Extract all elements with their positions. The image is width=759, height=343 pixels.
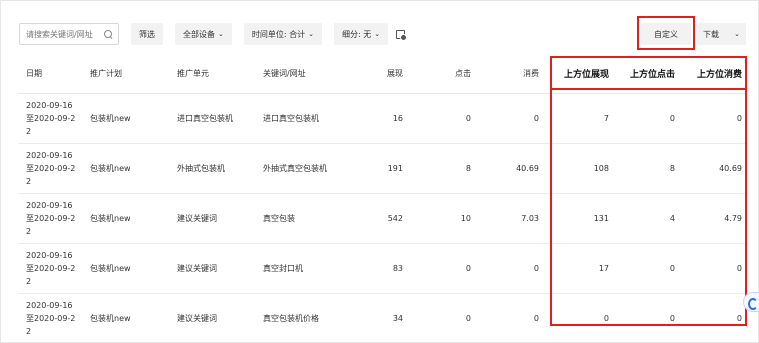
top-cost-cell: 0	[736, 263, 742, 273]
table-row: 2020-09-16 至2020-09-2 2 包装机new 建议关键词 真空包装 …	[18, 193, 746, 243]
download-button[interactable]: 下载 ⌄	[697, 23, 746, 45]
impressions-cell: 34	[392, 313, 403, 323]
top-cost-cell: 0	[736, 313, 742, 323]
filter-label: 筛选	[139, 29, 155, 39]
keyword-cell: 外抽式真空包装机	[263, 163, 327, 173]
impressions-cell: 16	[392, 113, 403, 123]
search-box[interactable]	[19, 23, 119, 45]
date-cell: 2020-09-16 至2020-09-2 2	[26, 200, 76, 236]
impressions-cell: 542	[387, 213, 403, 223]
col-impressions[interactable]: 展现	[359, 55, 407, 94]
table-row: 2020-09-16 至2020-09-2 2 包装机new 建议关键词 真空包装机…	[18, 293, 746, 343]
cost-cell: 7.03	[521, 213, 539, 223]
unit-cell: 建议关键词	[177, 263, 217, 273]
plan-cell: 包装机new	[90, 263, 131, 273]
report-panel: 筛选 全部设备 ⌄ 时间单位: 合计 ⌄ 细分: 无 ⌄ 自定义 下载 ⌄	[0, 0, 759, 343]
table-row: 2020-09-16 至2020-09-2 2 包装机new 建议关键词 真空封口机…	[18, 243, 746, 293]
plan-cell: 包装机new	[90, 163, 131, 173]
top-impressions-cell: 131	[593, 213, 609, 223]
plan-cell: 包装机new	[90, 213, 131, 223]
chevron-down-icon: ⌄	[734, 30, 740, 38]
cost-cell: 0	[533, 263, 539, 273]
col-clicks[interactable]: 点击	[407, 55, 475, 94]
table-header: 日期 推广计划 推广单元 关键词/网址 展现 点击 消费 上方位展现 上方位点击…	[18, 55, 746, 94]
date-cell: 2020-09-16 至2020-09-2 2	[26, 150, 76, 186]
unit-cell: 外抽式包装机	[177, 163, 225, 173]
col-date[interactable]: 日期	[18, 55, 90, 94]
date-cell: 2020-09-16 至2020-09-2 2	[26, 300, 76, 336]
data-table: 日期 推广计划 推广单元 关键词/网址 展现 点击 消费 上方位展现 上方位点击…	[18, 55, 746, 343]
clicks-cell: 0	[465, 263, 471, 273]
col-top-impressions[interactable]: 上方位展现	[543, 55, 613, 94]
top-impressions-cell: 7	[603, 113, 609, 123]
filter-button[interactable]: 筛选	[131, 23, 163, 45]
unit-cell: 进口真空包装机	[177, 113, 233, 123]
col-keyword[interactable]: 关键词/网址	[263, 55, 359, 94]
col-cost[interactable]: 消费	[475, 55, 543, 94]
top-cost-cell: 0	[736, 113, 742, 123]
col-top-cost[interactable]: 上方位消费	[679, 55, 746, 94]
clicks-cell: 10	[460, 213, 471, 223]
clicks-cell: 0	[465, 113, 471, 123]
download-label: 下载	[703, 29, 719, 39]
table-row: 2020-09-16 至2020-09-2 2 包装机new 外抽式包装机 外抽式真…	[18, 143, 746, 193]
col-unit[interactable]: 推广单元	[177, 55, 263, 94]
date-cell: 2020-09-16 至2020-09-2 2	[26, 100, 76, 136]
top-impressions-cell: 17	[598, 263, 609, 273]
keyword-cell: 真空封口机	[263, 263, 303, 273]
keyword-cell: 真空包装	[263, 213, 295, 223]
impressions-cell: 83	[392, 263, 403, 273]
toolbar: 筛选 全部设备 ⌄ 时间单位: 合计 ⌄ 细分: 无 ⌄	[19, 23, 408, 45]
chevron-down-icon: ⌄	[308, 30, 314, 38]
top-clicks-cell: 8	[669, 163, 675, 173]
col-plan[interactable]: 推广计划	[90, 55, 177, 94]
calendar-settings-icon[interactable]	[396, 29, 408, 41]
breakdown-dropdown[interactable]: 细分: 无 ⌄	[334, 23, 389, 45]
breakdown-label: 细分: 无	[342, 29, 372, 39]
chevron-down-icon: ⌄	[218, 30, 224, 38]
impressions-cell: 191	[387, 163, 403, 173]
chevron-down-icon: ⌄	[374, 30, 381, 38]
customize-columns-button[interactable]: 自定义	[641, 23, 691, 45]
date-cell: 2020-09-16 至2020-09-2 2	[26, 250, 76, 286]
col-top-clicks[interactable]: 上方位点击	[613, 55, 679, 94]
table-row: 2020-09-16 至2020-09-2 2 包装机new 进口真空包装机 进口真…	[18, 93, 746, 143]
cost-cell: 0	[533, 313, 539, 323]
top-clicks-cell: 4	[669, 213, 675, 223]
plan-cell: 包装机new	[90, 313, 131, 323]
device-label: 全部设备	[183, 29, 215, 39]
cost-cell: 0	[533, 113, 539, 123]
customize-label: 自定义	[654, 29, 678, 39]
top-cost-cell: 40.69	[719, 163, 742, 173]
top-clicks-cell: 0	[669, 263, 675, 273]
time-unit-dropdown[interactable]: 时间单位: 合计 ⌄	[243, 23, 322, 45]
search-input[interactable]	[26, 29, 104, 39]
clicks-cell: 8	[465, 163, 471, 173]
unit-cell: 建议关键词	[177, 213, 217, 223]
device-dropdown[interactable]: 全部设备 ⌄	[175, 23, 232, 45]
clicks-cell: 0	[465, 313, 471, 323]
cost-cell: 40.69	[516, 163, 539, 173]
top-clicks-cell: 0	[669, 113, 675, 123]
search-icon[interactable]	[104, 29, 112, 39]
top-impressions-cell: 0	[603, 313, 609, 323]
time-unit-label: 时间单位: 合计	[251, 29, 306, 39]
top-clicks-cell: 0	[669, 313, 675, 323]
floating-help-icon[interactable]	[743, 292, 759, 312]
keyword-cell: 进口真空包装机	[263, 113, 319, 123]
top-impressions-cell: 108	[593, 163, 609, 173]
top-cost-cell: 4.79	[724, 213, 742, 223]
unit-cell: 建议关键词	[177, 313, 217, 323]
plan-cell: 包装机new	[90, 113, 131, 123]
keyword-cell: 真空包装机价格	[263, 313, 319, 323]
